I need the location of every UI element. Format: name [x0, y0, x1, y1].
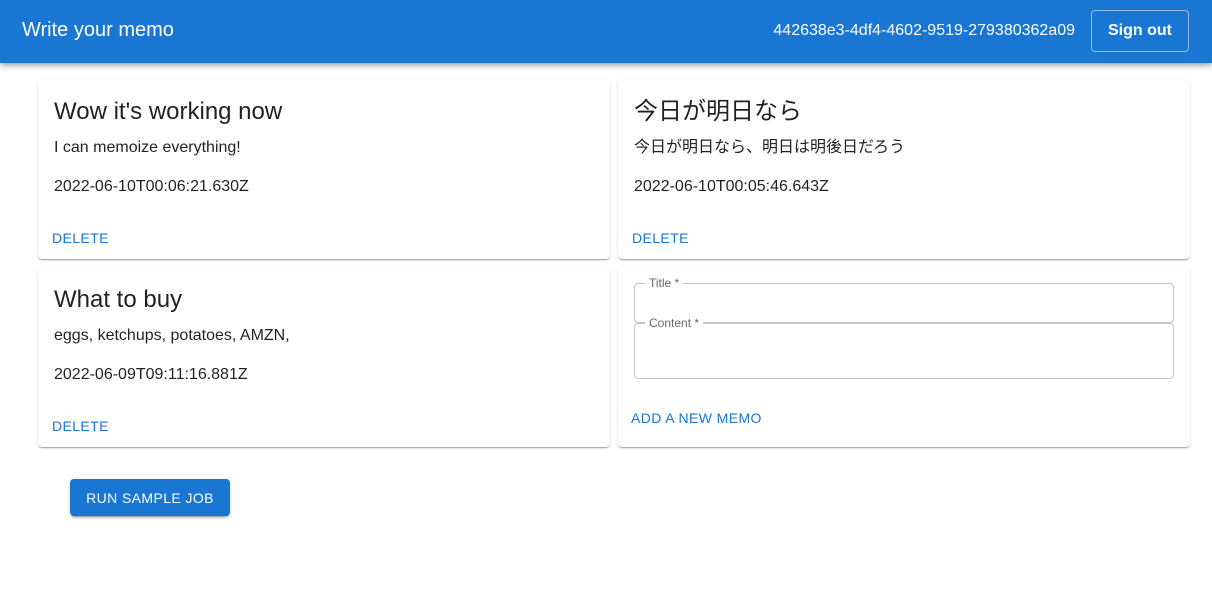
new-memo-form: Title * Content * ADD A NEW MEMO [618, 268, 1190, 447]
memo-card: What to buy eggs, ketchups, potatoes, AM… [38, 268, 610, 447]
memo-title: What to buy [54, 286, 183, 313]
title-field: Title * [634, 276, 1174, 323]
memo-content: 今日が明日なら、明日は明後日だろう [634, 139, 906, 156]
content-input[interactable] [635, 324, 1173, 378]
sign-out-button[interactable]: Sign out [1091, 10, 1189, 52]
add-memo-button[interactable]: ADD A NEW MEMO [625, 406, 768, 430]
app-bar: Write your memo 442638e3-4df4-4602-9519-… [0, 0, 1212, 63]
memo-title: 今日が明日なら [634, 98, 802, 125]
delete-button[interactable]: DELETE [46, 414, 115, 438]
memo-content: I can memoize everything! [54, 139, 241, 156]
content-field: Content * [634, 316, 1174, 379]
memo-card: Wow it's working now I can memoize every… [38, 80, 610, 259]
delete-button[interactable]: DELETE [626, 226, 695, 250]
run-sample-job-button[interactable]: RUN SAMPLE JOB [70, 479, 230, 516]
app-title: Write your memo [22, 19, 174, 41]
user-id: 442638e3-4df4-4602-9519-279380362a09 [773, 22, 1075, 39]
memo-date: 2022-06-09T09:11:16.881Z [54, 366, 248, 383]
memo-date: 2022-06-10T00:06:21.630Z [54, 178, 249, 195]
title-label: Title * [645, 276, 684, 290]
content-label: Content * [645, 316, 704, 330]
memo-content: eggs, ketchups, potatoes, AMZN, [54, 327, 290, 344]
title-input[interactable] [635, 284, 1173, 322]
delete-button[interactable]: DELETE [46, 226, 115, 250]
memo-card: 今日が明日なら 今日が明日なら、明日は明後日だろう 2022-06-10T00:… [618, 80, 1190, 259]
memo-date: 2022-06-10T00:05:46.643Z [634, 178, 829, 195]
memo-title: Wow it's working now [54, 98, 283, 125]
